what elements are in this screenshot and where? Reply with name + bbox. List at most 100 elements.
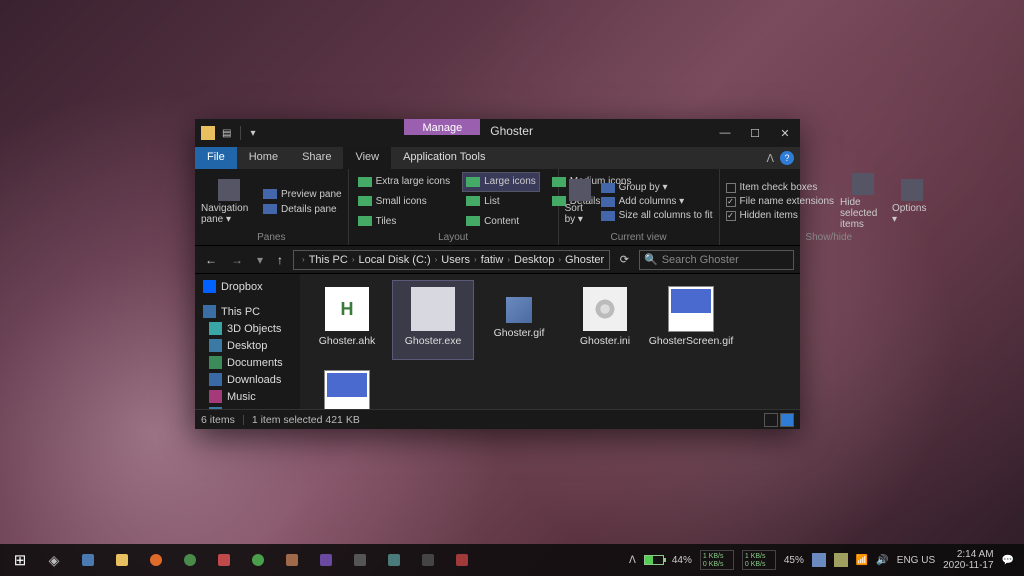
crumb-users[interactable]: Users	[437, 254, 474, 266]
taskbar-app-12[interactable]	[446, 546, 478, 574]
battery-icon[interactable]	[644, 555, 664, 565]
layout-list[interactable]: List	[463, 193, 539, 211]
file-ghoster-ini[interactable]: Ghoster.ini	[564, 280, 646, 360]
file-list[interactable]: HGhoster.ahkGhoster.exeGhoster.gifGhoste…	[300, 274, 800, 409]
crumb-disk[interactable]: Local Disk (C:)	[355, 254, 435, 266]
group-icon	[601, 183, 615, 193]
layout-extra-large[interactable]: Extra large icons	[355, 173, 453, 191]
tray-icon-2[interactable]	[834, 553, 848, 567]
layout-tiles[interactable]: Tiles	[355, 212, 453, 230]
breadcrumb[interactable]: › This PC› Local Disk (C:)› Users› fatiw…	[293, 250, 610, 270]
qat-customize-icon[interactable]: ▾	[247, 128, 258, 139]
collapse-ribbon-icon[interactable]: ᐱ	[766, 152, 774, 165]
crumb-dropdown-icon[interactable]: ⌄	[608, 253, 610, 266]
maximize-button[interactable]: ☐	[740, 119, 770, 147]
nav-documents[interactable]: Documents	[195, 354, 300, 371]
add-columns-button[interactable]: Add columns ▾	[601, 195, 713, 208]
file-ghosterscreenp-gif[interactable]: GhosterScreenP.gif	[306, 364, 388, 409]
file-ghoster-exe[interactable]: Ghoster.exe	[392, 280, 474, 360]
tab-application-tools[interactable]: Application Tools	[391, 147, 497, 169]
start-button[interactable]: ⊞	[4, 546, 36, 574]
system-tray: ᐱ 44% 1 KB/s 0 KB/s 1 KB/s 0 KB/s 45% 📶 …	[629, 549, 1020, 571]
search-placeholder: Search Ghoster	[662, 254, 739, 266]
taskbar-app-9[interactable]	[344, 546, 376, 574]
language-indicator[interactable]: ENG US	[897, 555, 935, 566]
taskbar-app-6[interactable]	[242, 546, 274, 574]
ribbon-view: Navigation pane ▾ Preview pane Details p…	[195, 169, 800, 246]
navigation-pane-button[interactable]: Navigation pane ▾	[201, 173, 257, 230]
layout-content[interactable]: Content	[463, 212, 539, 230]
network-meter-2[interactable]: 1 KB/s 0 KB/s	[742, 550, 776, 570]
tab-home[interactable]: Home	[237, 147, 290, 169]
hide-sel-label: Hide selected items	[840, 197, 886, 230]
tab-view[interactable]: View	[343, 147, 391, 169]
options-button[interactable]: Options ▾	[892, 173, 932, 230]
minimize-button[interactable]: —	[710, 119, 740, 147]
taskbar-firefox[interactable]	[140, 546, 172, 574]
large-icons-view-button[interactable]	[780, 413, 794, 427]
tab-file[interactable]: File	[195, 147, 237, 169]
checkbox-icon: ✓	[726, 211, 736, 221]
size-columns-button[interactable]: Size all columns to fit	[601, 209, 713, 222]
taskbar-shield-icon[interactable]: ◈	[38, 546, 70, 574]
taskbar-app-8[interactable]	[310, 546, 342, 574]
window-controls: — ☐ ✕	[710, 119, 800, 147]
help-icon[interactable]: ?	[780, 151, 794, 165]
ribbon-group-panes: Navigation pane ▾ Preview pane Details p…	[195, 169, 349, 245]
network-meter[interactable]: 1 KB/s 0 KB/s	[700, 550, 734, 570]
file-ghoster-gif[interactable]: Ghoster.gif	[478, 280, 560, 360]
taskbar-app-1[interactable]	[72, 546, 104, 574]
hidden-items-toggle[interactable]: ✓Hidden items	[726, 209, 835, 222]
nav-downloads[interactable]: Downloads	[195, 371, 300, 388]
tab-share[interactable]: Share	[290, 147, 343, 169]
sort-by-button[interactable]: Sort by ▾	[565, 173, 595, 230]
status-bar: 6 items 1 item selected 421 KB	[195, 409, 800, 429]
close-button[interactable]: ✕	[770, 119, 800, 147]
taskbar[interactable]: ⊞ ◈ ᐱ 44% 1 KB/s 0 KB/s 1 KB/s 0 KB/s 45…	[0, 544, 1024, 576]
hide-selected-button[interactable]: Hide selected items	[840, 173, 886, 230]
taskbar-explorer[interactable]	[106, 546, 138, 574]
nav-dropbox[interactable]: Dropbox	[195, 278, 300, 295]
taskbar-app-5[interactable]	[208, 546, 240, 574]
volume-icon[interactable]: 🔊	[876, 555, 888, 566]
taskbar-chrome[interactable]	[174, 546, 206, 574]
search-input[interactable]: 🔍 Search Ghoster	[639, 250, 794, 270]
tray-icon-1[interactable]	[812, 553, 826, 567]
crumb-this-pc[interactable]: This PC	[305, 254, 352, 266]
taskbar-app-10[interactable]	[378, 546, 410, 574]
titlebar[interactable]: ▤ ▾ Manage Ghoster — ☐ ✕	[195, 119, 800, 147]
qat-pin-icon[interactable]: ▤	[219, 128, 234, 139]
crumb-ghoster[interactable]: Ghoster	[561, 254, 608, 266]
back-button[interactable]: ←	[201, 253, 221, 267]
up-button[interactable]: ↑	[273, 253, 287, 267]
file-ghoster-ahk[interactable]: HGhoster.ahk	[306, 280, 388, 360]
wifi-icon[interactable]: 📶	[856, 555, 868, 566]
refresh-button[interactable]: ⟳	[616, 253, 633, 266]
tray-overflow-icon[interactable]: ᐱ	[629, 555, 636, 566]
recent-locations-button[interactable]: ▾	[253, 253, 267, 267]
layout-large[interactable]: Large icons	[463, 173, 539, 191]
crumb-desktop[interactable]: Desktop	[510, 254, 558, 266]
file-ghosterscreen-gif[interactable]: GhosterScreen.gif	[650, 280, 732, 360]
nav-music[interactable]: Music	[195, 388, 300, 405]
notifications-icon[interactable]: 💬	[1002, 555, 1014, 566]
item-check-boxes-toggle[interactable]: Item check boxes	[726, 181, 835, 194]
navigation-pane[interactable]: Dropbox This PC 3D Objects Desktop Docum…	[195, 274, 300, 409]
search-icon: 🔍	[644, 253, 658, 266]
taskbar-app-11[interactable]	[412, 546, 444, 574]
group-by-button[interactable]: Group by ▾	[601, 181, 713, 194]
file-name-extensions-toggle[interactable]: ✓File name extensions	[726, 195, 835, 208]
exe-file-icon	[411, 287, 455, 331]
status-selection: 1 item selected 421 KB	[252, 414, 360, 426]
taskbar-app-7[interactable]	[276, 546, 308, 574]
crumb-user[interactable]: fatiw	[477, 254, 508, 266]
nav-3d-objects[interactable]: 3D Objects	[195, 320, 300, 337]
nav-this-pc[interactable]: This PC	[195, 303, 300, 320]
layout-small[interactable]: Small icons	[355, 193, 453, 211]
clock[interactable]: 2:14 AM 2020-11-17	[943, 549, 993, 571]
details-view-button[interactable]	[764, 413, 778, 427]
preview-pane-button[interactable]: Preview pane	[263, 188, 342, 201]
nav-desktop[interactable]: Desktop	[195, 337, 300, 354]
forward-button[interactable]: →	[227, 253, 247, 267]
details-pane-button[interactable]: Details pane	[263, 203, 342, 216]
